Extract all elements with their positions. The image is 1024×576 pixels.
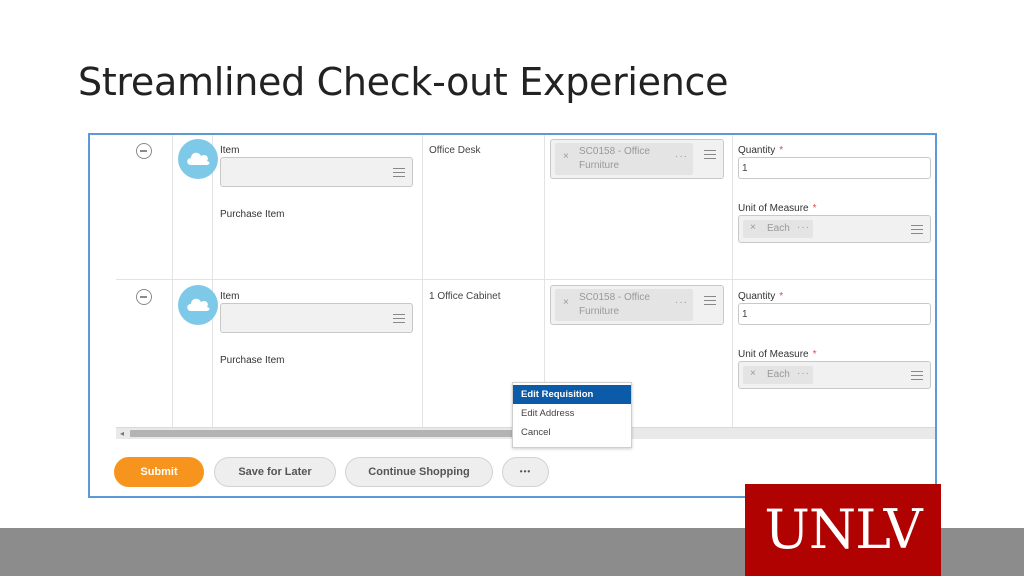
chip-more-icon[interactable]: ··· <box>675 297 688 308</box>
uom-value: Each <box>767 223 790 234</box>
prompt-list-icon[interactable] <box>704 150 716 159</box>
spend-category-input[interactable]: × SC0158 - Office Furniture ··· <box>550 139 724 179</box>
uom-value: Each <box>767 369 790 380</box>
spend-category-input[interactable]: × SC0158 - Office Furniture ··· <box>550 285 724 325</box>
submit-button[interactable]: Submit <box>114 457 204 487</box>
chip-text-line1: SC0158 - Office <box>579 292 650 303</box>
cloud-avatar-icon <box>178 139 218 179</box>
chip-text-line2: Furniture <box>579 160 620 171</box>
item-label: Item <box>220 291 240 302</box>
menu-item-edit-requisition-defaults[interactable]: Edit Requisition Defaults <box>513 385 631 419</box>
spend-category-chip: × SC0158 - Office Furniture ··· <box>555 143 693 175</box>
item-type-label: Purchase Item <box>220 209 285 220</box>
prompt-list-icon[interactable] <box>911 371 923 380</box>
more-actions-button[interactable]: ••• <box>502 457 549 487</box>
chip-remove-icon[interactable]: × <box>750 368 756 379</box>
scrollbar-thumb[interactable] <box>130 430 513 437</box>
item-input[interactable] <box>220 157 413 187</box>
item-type-label: Purchase Item <box>220 355 285 366</box>
chip-more-icon[interactable]: ··· <box>797 368 810 379</box>
chip-remove-icon[interactable]: × <box>563 151 569 162</box>
spend-category-chip: × SC0158 - Office Furniture ··· <box>555 289 693 321</box>
chip-remove-icon[interactable]: × <box>750 222 756 233</box>
chip-more-icon[interactable]: ··· <box>675 151 688 162</box>
uom-input[interactable]: × Each ··· <box>738 361 931 389</box>
chip-text-line2: Furniture <box>579 306 620 317</box>
uom-chip: × Each ··· <box>743 220 813 238</box>
unlv-logo: UNLV <box>745 484 941 576</box>
quantity-input[interactable]: 1 <box>738 157 931 179</box>
quantity-input[interactable]: 1 <box>738 303 931 325</box>
slide-title: Streamlined Check-out Experience <box>78 60 729 104</box>
requisition-screenshot: Item Purchase Item Office Desk × SC0158 … <box>88 133 937 498</box>
line-description: Office Desk <box>429 145 481 156</box>
prompt-list-icon[interactable] <box>393 314 405 323</box>
unlv-logo-text: UNLV <box>764 498 922 561</box>
quantity-value: 1 <box>742 309 748 320</box>
save-for-later-button[interactable]: Save for Later <box>214 457 336 487</box>
remove-line-icon[interactable] <box>136 143 152 159</box>
cloud-avatar-icon <box>178 285 218 325</box>
menu-item-edit-address[interactable]: Edit Address <box>513 404 631 423</box>
quantity-label: Quantity * <box>738 145 784 156</box>
scroll-left-arrow-icon[interactable]: ◂ <box>120 429 124 438</box>
menu-item-cancel[interactable]: Cancel <box>513 423 631 442</box>
item-input[interactable] <box>220 303 413 333</box>
requisition-line-1: Item Purchase Item Office Desk × SC0158 … <box>116 135 935 281</box>
chip-more-icon[interactable]: ··· <box>797 222 810 233</box>
prompt-list-icon[interactable] <box>393 168 405 177</box>
uom-chip: × Each ··· <box>743 366 813 384</box>
line-description: 1 Office Cabinet <box>429 291 501 302</box>
uom-label: Unit of Measure * <box>738 349 817 360</box>
more-actions-menu: Edit Requisition Defaults Edit Address C… <box>512 382 632 448</box>
chip-text-line1: SC0158 - Office <box>579 146 650 157</box>
quantity-value: 1 <box>742 163 748 174</box>
continue-shopping-button[interactable]: Continue Shopping <box>345 457 493 487</box>
remove-line-icon[interactable] <box>136 289 152 305</box>
prompt-list-icon[interactable] <box>911 225 923 234</box>
uom-label: Unit of Measure * <box>738 203 817 214</box>
prompt-list-icon[interactable] <box>704 296 716 305</box>
uom-input[interactable]: × Each ··· <box>738 215 931 243</box>
quantity-label: Quantity * <box>738 291 784 302</box>
item-label: Item <box>220 145 240 156</box>
chip-remove-icon[interactable]: × <box>563 297 569 308</box>
